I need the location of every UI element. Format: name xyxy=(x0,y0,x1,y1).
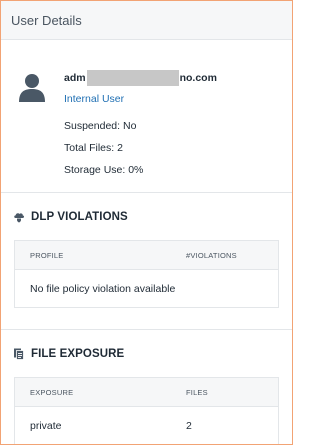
suspended-stat: Suspended: No xyxy=(64,120,136,132)
table-row[interactable]: private 2 xyxy=(15,407,278,444)
dlp-title-text: DLP VIOLATIONS xyxy=(31,210,128,223)
dlp-empty-message: No file policy violation available xyxy=(30,282,176,295)
total-files-value: 2 xyxy=(117,142,123,154)
column-header-exposure[interactable]: EXPOSURE xyxy=(15,388,186,397)
storage-stat: Storage Use: 0% xyxy=(64,164,143,176)
suspended-value: No xyxy=(122,120,137,132)
exposure-title-text: FILE EXPOSURE xyxy=(31,347,125,360)
column-header-violations[interactable]: #VIOLATIONS xyxy=(186,251,237,260)
panel-title: User Details xyxy=(11,12,82,28)
exposure-table: EXPOSURE FILES private 2 xyxy=(14,377,279,444)
storage-value: 0% xyxy=(128,164,144,176)
exposure-section-title: FILE EXPOSURE xyxy=(1,330,292,377)
shield-cloud-icon xyxy=(14,212,25,222)
dlp-section-title: DLP VIOLATIONS xyxy=(1,193,292,240)
dlp-empty-row: No file policy violation available xyxy=(15,270,278,307)
suspended-label: Suspended: xyxy=(64,120,121,132)
panel-header: User Details xyxy=(1,1,292,40)
user-summary: adm no.com Internal User Suspended: No T… xyxy=(1,40,292,193)
file-exposure-section: FILE EXPOSURE EXPOSURE FILES private 2 xyxy=(1,330,292,444)
user-role: Internal User xyxy=(64,93,125,105)
total-files-label: Total Files: xyxy=(64,142,115,154)
email-suffix: no.com xyxy=(179,72,217,84)
dlp-violations-section: DLP VIOLATIONS PROFILE #VIOLATIONS No fi… xyxy=(1,193,292,330)
document-stack-icon xyxy=(14,348,24,360)
user-details-panel: User Details adm no.com Internal User Su… xyxy=(0,0,293,445)
column-header-profile[interactable]: PROFILE xyxy=(15,251,186,260)
user-email: adm no.com xyxy=(64,70,217,86)
total-files-stat: Total Files: 2 xyxy=(64,142,123,154)
storage-label: Storage Use: xyxy=(64,164,126,176)
email-prefix: adm xyxy=(64,72,86,84)
exposure-cell: private xyxy=(30,419,62,432)
user-avatar-icon xyxy=(19,74,45,102)
dlp-table-header: PROFILE #VIOLATIONS xyxy=(15,240,278,270)
files-cell: 2 xyxy=(186,419,192,432)
column-header-files[interactable]: FILES xyxy=(186,388,208,397)
dlp-table: PROFILE #VIOLATIONS No file policy viola… xyxy=(14,240,279,308)
exposure-table-header: EXPOSURE FILES xyxy=(15,377,278,407)
email-redaction xyxy=(86,70,179,86)
